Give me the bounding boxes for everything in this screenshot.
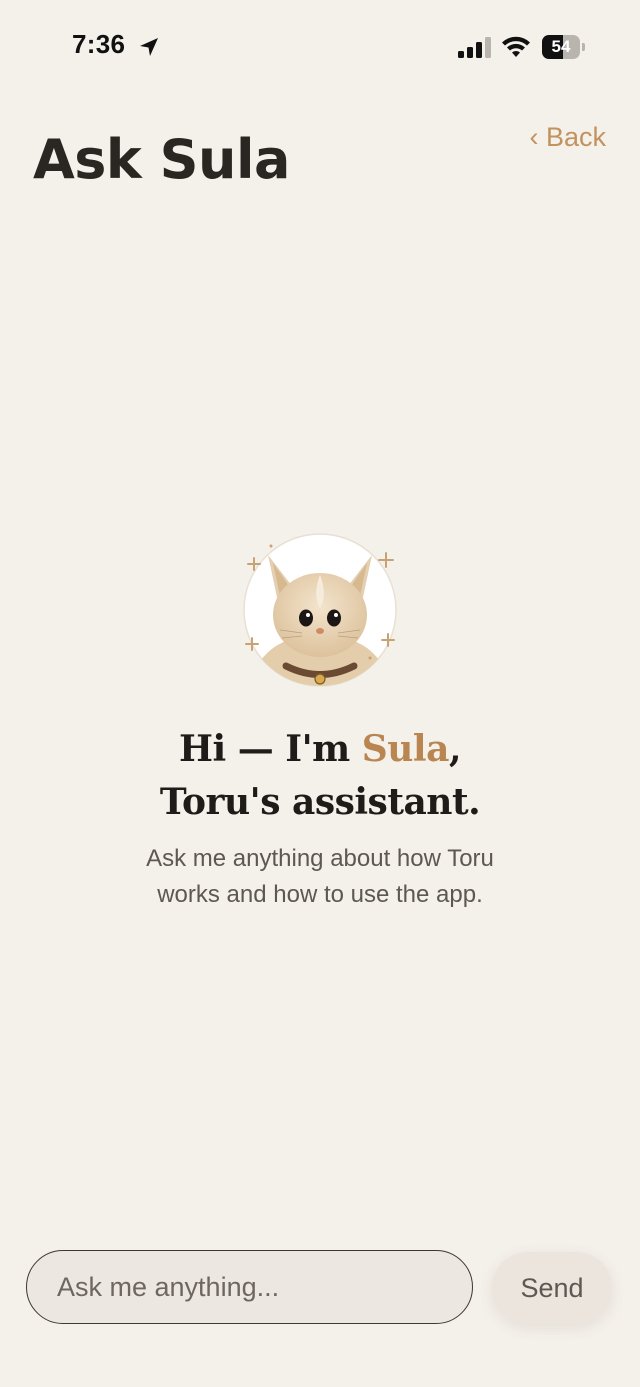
wifi-icon [502,36,530,57]
message-input[interactable] [26,1250,473,1324]
send-button[interactable]: Send [492,1252,612,1324]
greeting-suffix: , [448,728,462,770]
greeting-prefix: Hi — I'm [179,728,362,770]
cellular-signal-icon [458,37,491,58]
greeting-assistant-name: Sula [361,728,450,770]
location-arrow-icon [140,38,158,56]
greeting-subtitle: Ask me anything about how Toru works and… [0,841,640,913]
battery-cap [582,43,585,51]
page-title: Ask Sula [33,128,290,191]
subtitle-line2: works and how to use the app. [157,881,483,908]
battery-icon: 54 [542,35,586,59]
greeting-heading: Hi — I'm Sula, Toru's assistant. [0,723,640,829]
subtitle-line1: Ask me anything about how Toru [146,845,494,872]
back-button[interactable]: ‹ Back [529,122,606,153]
greeting-line2: Toru's assistant. [159,781,481,823]
battery-body: 54 [542,35,580,59]
status-time: 7:36 [72,29,126,59]
battery-level: 54 [551,37,571,56]
status-bar: 7:36 54 [0,0,640,95]
message-composer: Send [26,1250,614,1326]
cat-mascot-icon [243,533,397,687]
